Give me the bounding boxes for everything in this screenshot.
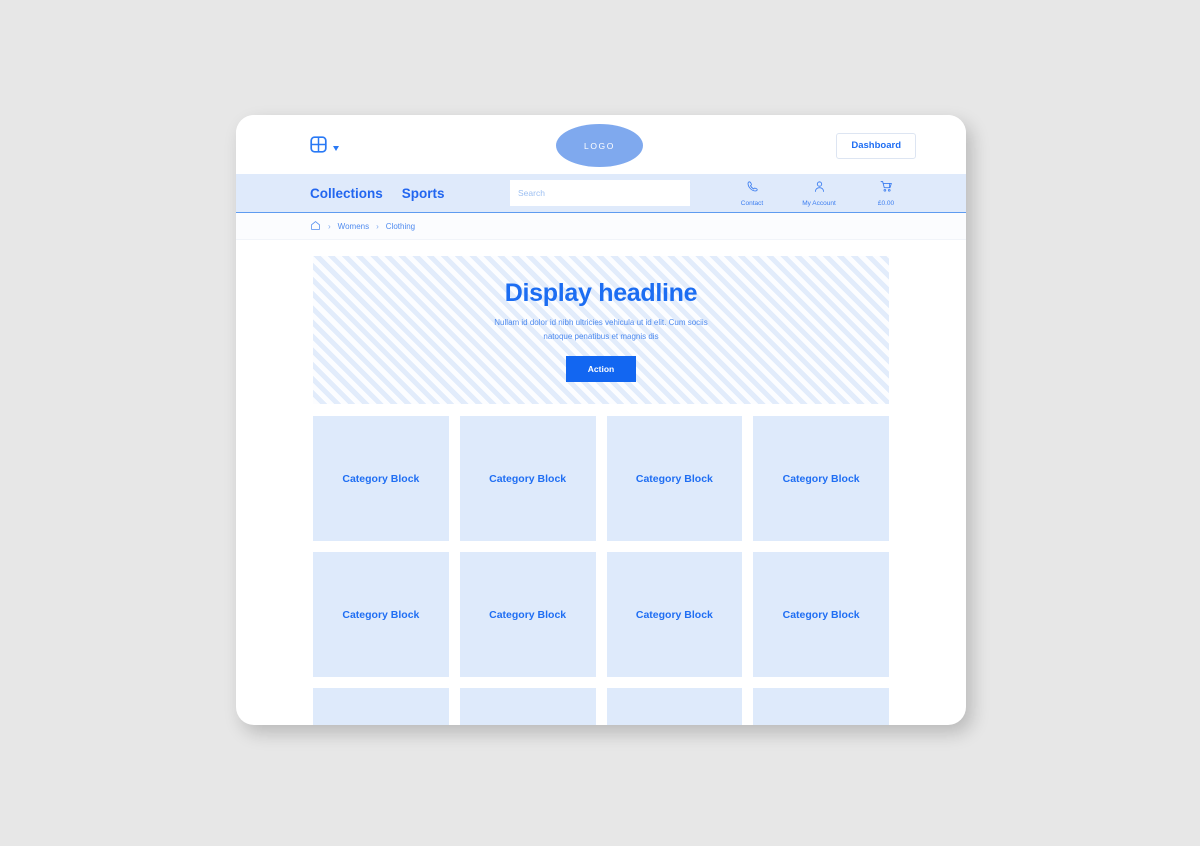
category-block[interactable]: Category Block	[606, 416, 743, 541]
site-header: LOGO Dashboard	[236, 115, 966, 174]
category-block-label: Category Block	[782, 608, 860, 621]
nav-links: Collections Sports	[310, 186, 445, 201]
contact-link[interactable]: Contact	[730, 180, 774, 207]
contact-label: Contact	[740, 199, 764, 207]
breadcrumb-separator-1: ›	[328, 221, 331, 231]
category-block[interactable]: Category Block	[459, 416, 596, 541]
primary-nav-bar: Collections Sports Contact	[236, 174, 966, 213]
logo-text: LOGO	[584, 140, 615, 151]
shopping-cart-icon	[880, 180, 893, 198]
hero-action-button[interactable]: Action	[565, 355, 637, 382]
browser-window: LOGO Dashboard Collections Sports Contac…	[236, 115, 966, 725]
grid-menu-button[interactable]	[310, 136, 339, 158]
category-block[interactable]: Category Block	[753, 416, 889, 541]
home-icon[interactable]	[310, 217, 321, 235]
chevron-down-icon	[333, 145, 339, 151]
category-block-label: Category Block	[342, 608, 420, 621]
category-block[interactable]: Category Block	[459, 552, 596, 677]
category-block[interactable]: Category Block	[606, 552, 743, 677]
dashboard-button[interactable]: Dashboard	[836, 133, 916, 159]
breadcrumb: › Womens › Clothing	[236, 213, 966, 240]
category-block[interactable]: Category Block	[753, 552, 889, 677]
logo[interactable]: LOGO	[556, 124, 643, 167]
breadcrumb-item-womens[interactable]: Womens	[338, 222, 369, 231]
category-block[interactable]: Category Block	[459, 688, 596, 725]
nav-link-sports[interactable]: Sports	[402, 186, 445, 201]
category-block-label: Category Block	[342, 472, 420, 485]
cart-link[interactable]: £0.00	[864, 180, 908, 207]
nav-link-collections[interactable]: Collections	[310, 186, 383, 201]
hero-banner: Display headline Nullam id dolor id nibh…	[313, 256, 889, 404]
category-block[interactable]: Category Block	[606, 688, 743, 725]
breadcrumb-separator-2: ›	[376, 221, 379, 231]
grid-window-icon	[310, 136, 327, 158]
category-block[interactable]: Category Block	[753, 688, 889, 725]
category-block-label: Category Block	[782, 472, 860, 485]
cart-total-label: £0.00	[877, 199, 895, 207]
my-account-label: My Account	[802, 199, 836, 207]
category-block[interactable]: Category Block	[313, 552, 449, 677]
user-icon	[813, 180, 826, 198]
category-block-label: Category Block	[489, 608, 567, 621]
breadcrumb-item-clothing[interactable]: Clothing	[386, 222, 415, 231]
my-account-link[interactable]: My Account	[797, 180, 841, 207]
category-grid: Category Block Category Block Category B…	[313, 416, 889, 725]
category-block[interactable]: Category Block	[313, 416, 449, 541]
hero-headline: Display headline	[504, 278, 698, 307]
utility-icons: Contact My Account £0.00	[730, 180, 908, 207]
category-block-label: Category Block	[635, 472, 713, 485]
category-block-label: Category Block	[489, 472, 567, 485]
hero-body-text: Nullam id dolor id nibh ultricies vehicu…	[494, 317, 708, 341]
phone-icon	[746, 180, 759, 198]
category-block[interactable]: Category Block	[313, 688, 449, 725]
page-body: Display headline Nullam id dolor id nibh…	[236, 240, 966, 725]
category-block-label: Category Block	[635, 608, 713, 621]
search-input[interactable]	[510, 180, 690, 206]
